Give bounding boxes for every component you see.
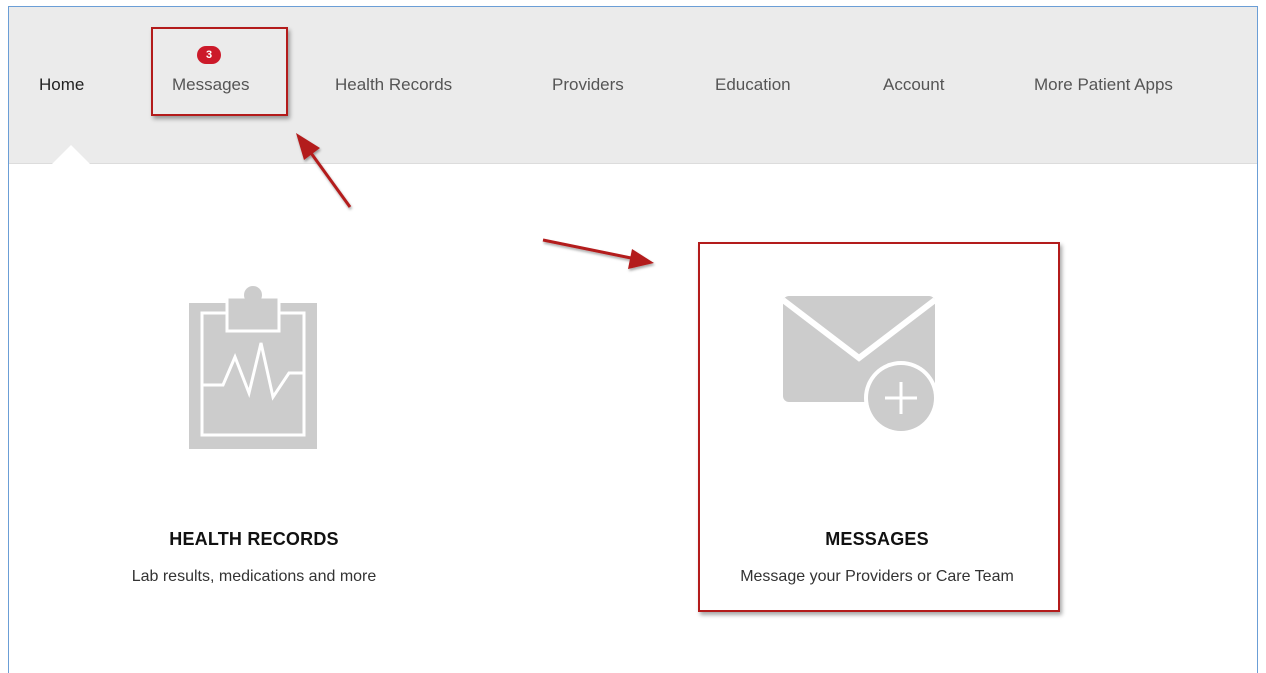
arrow-to-messages-tile [542,238,654,269]
annotation-arrows [296,133,654,269]
patient-portal-window: Home Messages 3 Health Records Providers… [8,6,1258,673]
arrow-to-nav-messages [296,133,352,208]
